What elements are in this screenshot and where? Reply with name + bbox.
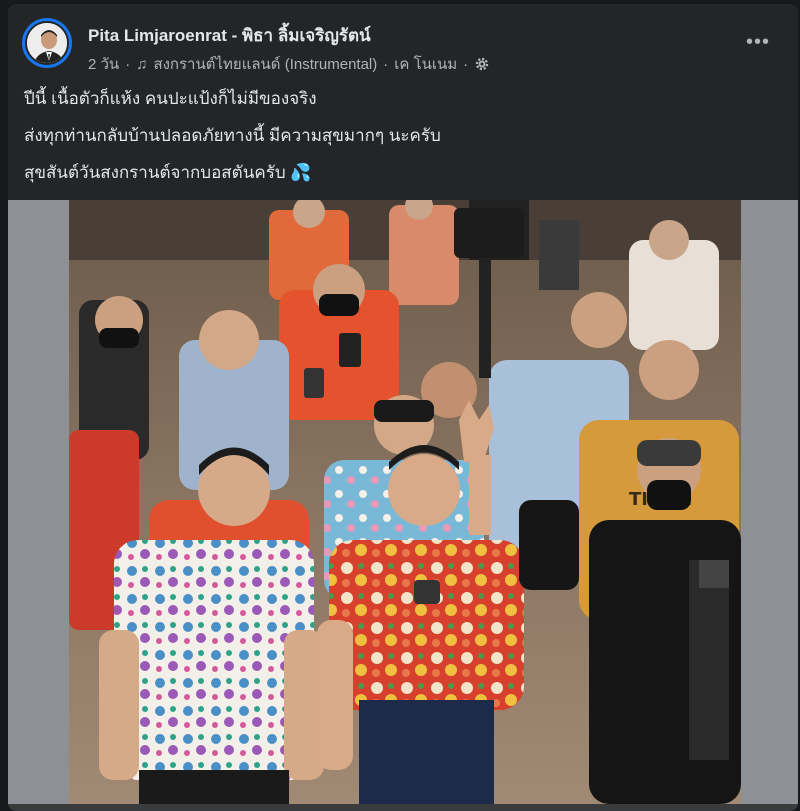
avatar[interactable]: [22, 18, 72, 68]
separator-dot: ·: [125, 55, 131, 73]
gear-icon[interactable]: [474, 56, 490, 72]
more-horizontal-icon[interactable]: •••: [742, 32, 774, 56]
post-card: Pita Limjaroenrat - พิธา ลิ้มเจริญรัตน์ …: [8, 4, 798, 811]
author-name[interactable]: Pita Limjaroenrat - พิธา ลิ้มเจริญรัตน์: [88, 22, 371, 49]
music-title[interactable]: สงกรานต์ไทยแลนด์ (Instrumental): [153, 52, 377, 76]
avatar-photo: [25, 21, 69, 65]
post-header: Pita Limjaroenrat - พิธา ลิ้มเจริญรัตน์ …: [22, 18, 784, 73]
post-line: ปีนี้ เนื้อตัวก็แห้ง คนปะแป้งก็ไม่มีของจ…: [24, 89, 317, 108]
person-portrait-icon: [27, 23, 67, 63]
post-text: ปีนี้ เนื้อตัวก็แห้ง คนปะแป้งก็ไม่มีของจ…: [24, 88, 782, 199]
music-artist[interactable]: เค โนเนม: [394, 52, 457, 76]
post-line: ส่งทุกท่านกลับบ้านปลอดภัยทางนี้ มีความสุ…: [24, 126, 441, 145]
post-line: สุขสันต์วันสงกรานต์จากบอสตันครับ 💦: [24, 163, 312, 182]
music-note-icon: ♫: [136, 55, 148, 73]
post-meta: 2 วัน · ♫ สงกรานต์ไทยแลนด์ (Instrumental…: [88, 52, 490, 76]
crowd-photo-illustration: TIMBE: [69, 200, 741, 804]
post-photo[interactable]: TIMBE: [69, 200, 741, 804]
photo-container[interactable]: TIMBE: [8, 200, 798, 804]
post-time[interactable]: 2 วัน: [88, 52, 119, 76]
separator-dot: ·: [383, 55, 389, 73]
separator-dot: ·: [463, 55, 469, 73]
post-footer-strip: [8, 804, 798, 811]
